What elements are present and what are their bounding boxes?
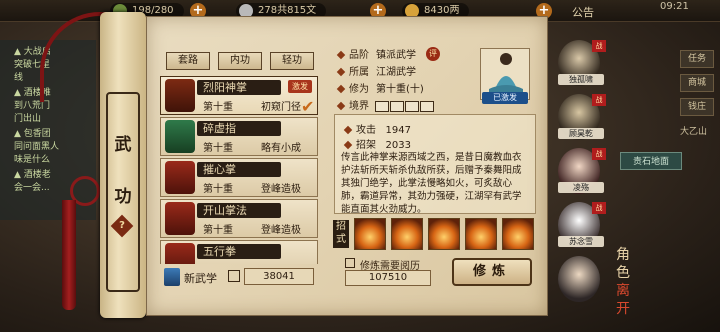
guide-button[interactable]: 责石地面 bbox=[620, 152, 682, 170]
character-name: 顾昊乾 bbox=[558, 128, 604, 139]
diamond-icon bbox=[343, 125, 353, 135]
roles-button[interactable]: 角色 离开 bbox=[612, 246, 634, 318]
character-name: 凌殇 bbox=[558, 182, 604, 193]
tab-lightness-skill[interactable]: 轻功 bbox=[270, 52, 314, 70]
experience-icon bbox=[345, 258, 355, 268]
new-skill-counter: 新武学 38041 bbox=[160, 266, 316, 288]
skill-level: 第十重 bbox=[203, 184, 233, 195]
clock: 09:21 bbox=[660, 1, 689, 12]
diamond-icon bbox=[336, 84, 346, 94]
diamond-icon bbox=[336, 50, 346, 60]
skill-item-suixu[interactable]: 碎虚指 第十重 略有小成 bbox=[160, 117, 318, 156]
quest-line: 门出山 bbox=[14, 114, 42, 124]
skill-name: 摧心掌 bbox=[197, 162, 281, 177]
skill-level: 第十重 bbox=[203, 225, 233, 236]
grade-label: 品阶 bbox=[336, 46, 369, 61]
gold-value: 8430两 bbox=[424, 5, 460, 16]
book-icon bbox=[164, 268, 180, 286]
move-icon[interactable] bbox=[502, 218, 534, 250]
help-icon: ? bbox=[119, 220, 125, 231]
book-icon bbox=[165, 79, 195, 112]
training-requirement-value: 107510 bbox=[345, 270, 431, 286]
move-icon[interactable] bbox=[465, 218, 497, 250]
title-char: 武 bbox=[114, 135, 132, 155]
tassel bbox=[62, 200, 76, 310]
move-icon[interactable] bbox=[354, 218, 386, 250]
skill-rank: 登峰造极 bbox=[261, 184, 301, 195]
diamond-icon bbox=[336, 101, 346, 111]
cultivation-value: 第十重(十) bbox=[376, 84, 424, 95]
move-icon[interactable] bbox=[428, 218, 460, 250]
skill-item-kaishan[interactable]: 开山掌法 第十重 登峰造极 bbox=[160, 199, 318, 238]
equipped-badge: 已激发 bbox=[482, 92, 528, 104]
check-icon: ✔ bbox=[301, 97, 315, 116]
skill-item-wuxing[interactable]: 五行拳 bbox=[160, 240, 318, 264]
quest-line: 会一会... bbox=[14, 183, 50, 193]
realm-label: 境界 bbox=[336, 97, 369, 112]
skill-item-lieyang[interactable]: 烈阳神掌 激发 第十重 初窥门径 ✔ bbox=[160, 76, 318, 116]
title-char: 功 bbox=[114, 187, 132, 207]
skill-rank: 登峰造极 bbox=[261, 225, 301, 236]
diamond-icon bbox=[336, 67, 346, 77]
belong-label: 所属 bbox=[336, 63, 369, 78]
skill-level: 第十重 bbox=[203, 143, 233, 154]
new-skill-value: 38041 bbox=[244, 268, 314, 285]
quest-line[interactable]: ▲ 酒楼老 bbox=[14, 167, 51, 180]
diamond-icon bbox=[343, 140, 353, 150]
skill-description-box: 攻击 1947 招架 2033 传言此神掌来源西域之西，是昔日魔教血衣护法斩所天… bbox=[334, 114, 536, 215]
help-button[interactable]: ? bbox=[110, 214, 134, 238]
skill-rank: 初窥门径 bbox=[261, 102, 301, 113]
move-icon[interactable] bbox=[391, 218, 423, 250]
menu-button-bank[interactable]: 钱庄 bbox=[680, 98, 714, 116]
moves-tag: 招式 bbox=[333, 220, 349, 248]
skill-name: 开山掌法 bbox=[197, 203, 281, 218]
scroll-icon bbox=[165, 120, 195, 153]
activated-badge: 激发 bbox=[288, 80, 312, 93]
menu-button-task[interactable]: 任务 bbox=[680, 50, 714, 68]
notice-button[interactable]: 公告 bbox=[572, 4, 594, 20]
battle-tag: 战 bbox=[592, 148, 606, 160]
parry-stat: 招架 2033 bbox=[343, 136, 411, 151]
quest-line[interactable]: ▲ 包香团 bbox=[14, 126, 51, 139]
silver-value: 278共815文 bbox=[258, 5, 317, 16]
skill-item-cuixin[interactable]: 摧心掌 第十重 登峰造极 bbox=[160, 158, 318, 197]
battle-tag: 战 bbox=[592, 202, 606, 214]
belong-value: 江湖武学 bbox=[376, 67, 416, 78]
leave-label: 离开 bbox=[616, 283, 630, 317]
grade-mark[interactable]: 评 bbox=[426, 47, 440, 61]
character-name: 独孤啸 bbox=[558, 74, 604, 85]
menu-button-shop[interactable]: 商城 bbox=[680, 74, 714, 92]
character-name: 苏念雪 bbox=[558, 236, 604, 247]
skill-list: 烈阳神掌 激发 第十重 初窥门径 ✔ 碎虚指 第十重 略有小成 摧心掌 第十重 … bbox=[160, 76, 320, 264]
tab-inner-skill[interactable]: 内功 bbox=[218, 52, 262, 70]
quest-line: 味是什么 bbox=[14, 155, 51, 165]
book-icon bbox=[165, 161, 195, 194]
character-avatar[interactable] bbox=[558, 256, 600, 302]
skill-rank: 略有小成 bbox=[261, 143, 301, 154]
battle-tag: 战 bbox=[592, 40, 606, 52]
skill-name: 五行拳 bbox=[197, 244, 281, 259]
attack-stat: 攻击 1947 bbox=[343, 121, 411, 136]
skill-level: 第十重 bbox=[203, 102, 233, 113]
quest-line: 同问面黑人 bbox=[14, 142, 60, 152]
train-button[interactable]: 修炼 bbox=[452, 258, 532, 286]
tab-routines[interactable]: 套路 bbox=[166, 52, 210, 70]
skill-name: 碎虚指 bbox=[197, 121, 281, 136]
new-skill-label: 新武学 bbox=[184, 272, 217, 285]
quest-line: 线 bbox=[14, 73, 24, 83]
scroll-icon bbox=[228, 270, 240, 282]
grade-value: 镇派武学 bbox=[376, 50, 416, 61]
skill-description: 传言此神掌来源西域之西，是昔日魔教血衣护法斩所天斩杀仇敌所获，后赠予秦舞阳成其独… bbox=[341, 152, 522, 215]
location-label: 大乙山 bbox=[680, 127, 708, 137]
battle-tag: 战 bbox=[592, 94, 606, 106]
cultivation-label: 修为 bbox=[336, 80, 369, 95]
book-icon bbox=[165, 243, 195, 264]
book-icon bbox=[165, 202, 195, 235]
skill-name: 烈阳神掌 bbox=[197, 80, 281, 95]
scroll-rod: 武 功 ? bbox=[100, 12, 146, 318]
